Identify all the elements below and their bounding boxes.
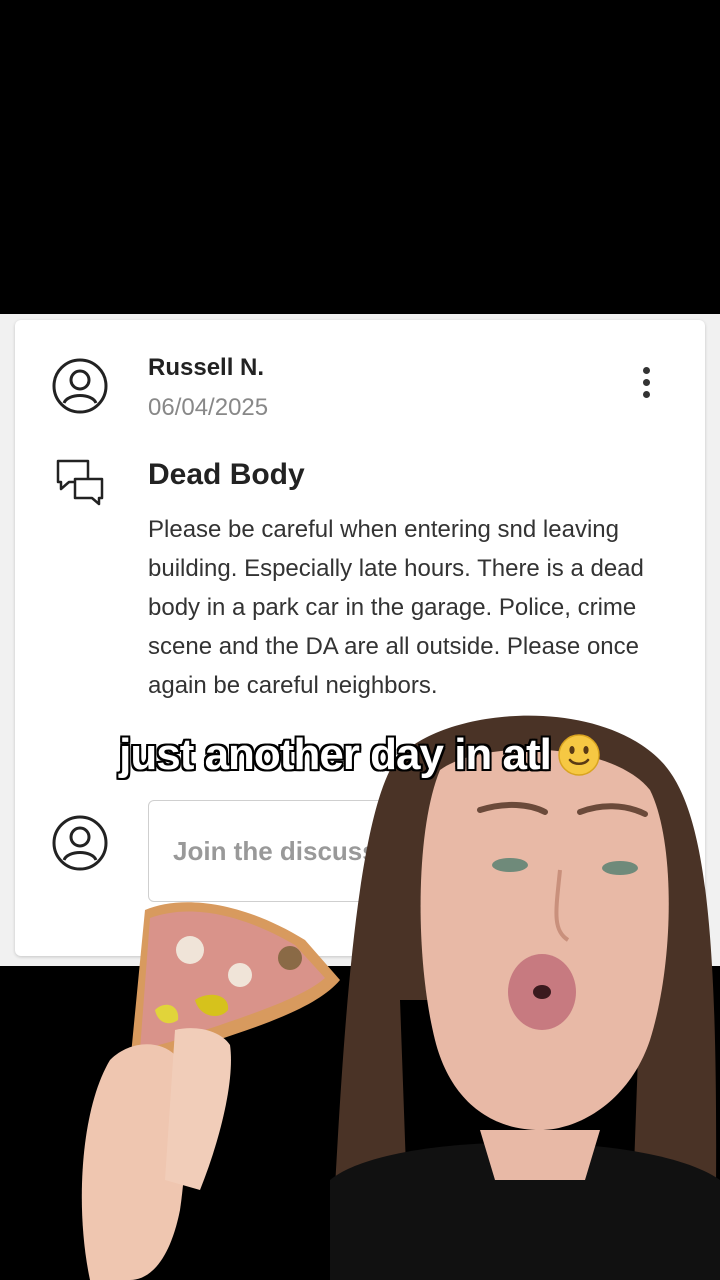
- post-body: Please be careful when entering snd leav…: [148, 516, 644, 699]
- author-name[interactable]: Russell N.: [148, 354, 264, 382]
- more-options-icon[interactable]: [631, 360, 661, 404]
- caption-text: just another day in atl: [119, 730, 552, 779]
- video-caption: just another day in atl: [0, 730, 720, 780]
- post-date: 06/04/2025: [148, 394, 269, 421]
- post-title: Dead Body: [148, 458, 305, 491]
- video-frame: Russell N. 06/04/2025 Dead Body Please b…: [0, 0, 720, 1280]
- slightly-smiling-face-icon: [557, 733, 601, 777]
- user-avatar-icon[interactable]: [52, 358, 108, 414]
- commenter-avatar-icon: [52, 815, 108, 871]
- letterbox-top: [0, 0, 720, 314]
- discussion-icon: [55, 458, 105, 506]
- pizza-slice-overlay: [81, 902, 340, 1280]
- creator-overlay: [330, 715, 720, 1280]
